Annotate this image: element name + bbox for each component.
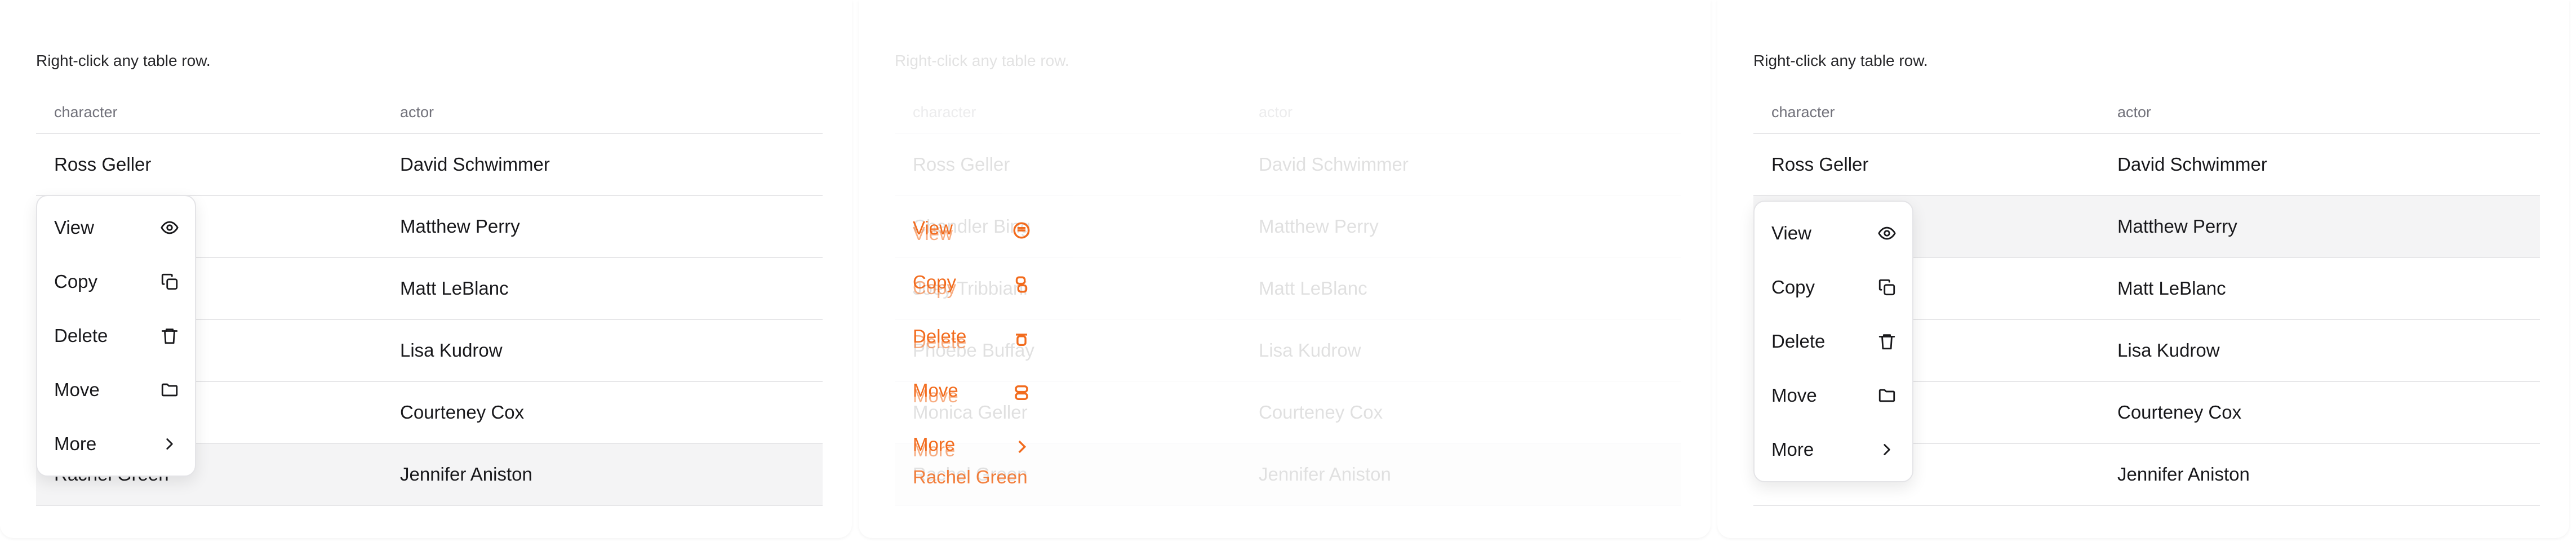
context-menu: View Copy Delete Move More <box>36 195 196 477</box>
column-header-actor: actor <box>2117 103 2152 121</box>
table-row[interactable]: Ross Geller David Schwimmer <box>895 134 1681 196</box>
menu-item-delete[interactable]: Delete Delete <box>913 314 1031 368</box>
cell-character: Ross Geller <box>913 154 1010 175</box>
eye-icon <box>1878 226 1896 240</box>
copy-icon <box>1015 276 1028 293</box>
cell-actor: Matt LeBlanc <box>2117 278 2226 299</box>
demo-panel-2: Right-click any table row. character act… <box>859 0 1717 542</box>
folder-icon <box>1878 389 1895 402</box>
menu-item-label: Delete <box>1771 331 1826 352</box>
cell-actor: Courteney Cox <box>2117 402 2242 423</box>
menu-item-more[interactable]: More <box>37 417 195 471</box>
stage: Right-click any table row. character act… <box>0 0 2576 542</box>
menu-item-copy[interactable]: Copy <box>1755 260 1912 314</box>
trash-icon <box>1878 334 1895 350</box>
folder-icon <box>1015 385 1028 401</box>
column-header-actor: actor <box>1259 103 1293 121</box>
menu-item-delete[interactable]: Delete <box>37 309 195 363</box>
menu-item-view[interactable]: View View <box>913 206 1031 260</box>
cell-actor: Matthew Perry <box>2117 216 2237 237</box>
cell-actor: Lisa Kudrow <box>2117 340 2220 361</box>
menu-item-delete[interactable]: Delete <box>1755 314 1912 368</box>
demo-panel-3: Right-click any table row. character act… <box>1717 0 2576 542</box>
menu-item-label: Move <box>1771 385 1817 406</box>
menu-item-label-echo: View <box>913 223 953 244</box>
cell-actor: Matt LeBlanc <box>400 278 509 299</box>
row-label-echo: Rachel Green <box>913 467 1028 487</box>
context-menu: View Copy Delete Move More <box>1753 201 1913 482</box>
menu-item-copy[interactable]: Copy Copy <box>913 260 1031 314</box>
instruction-text: Right-click any table row. <box>895 52 1069 69</box>
menu-item-label-echo: Copy <box>913 277 957 298</box>
cell-actor: Lisa Kudrow <box>1259 340 1361 361</box>
cell-actor: Jennifer Aniston <box>2117 464 2250 485</box>
cell-actor: Courteney Cox <box>1259 402 1383 423</box>
cell-actor: Courteney Cox <box>400 402 525 423</box>
menu-item-label: More <box>54 433 97 454</box>
column-header-actor: actor <box>400 103 434 121</box>
menu-item-label: More <box>1771 439 1814 460</box>
menu-item-label: Copy <box>54 271 98 292</box>
context-menu-transition: View View Copy Copy Delete Delete Move M… <box>913 206 1031 487</box>
cell-actor: Matt LeBlanc <box>1259 278 1367 299</box>
column-header-character: character <box>913 103 976 121</box>
menu-item-label-echo: More <box>913 439 956 460</box>
menu-item-move[interactable]: Move <box>37 363 195 417</box>
eye-icon <box>1013 222 1030 239</box>
menu-item-label: View <box>54 217 94 238</box>
cell-actor: Lisa Kudrow <box>400 340 503 361</box>
table-header: character actor <box>36 91 823 134</box>
table-header: character actor <box>1753 91 2540 134</box>
copy-icon <box>161 273 178 290</box>
cell-character: Ross Geller <box>1771 154 1869 175</box>
menu-item-label-echo: Delete <box>913 331 967 352</box>
trash-icon <box>1016 334 1027 346</box>
column-header-character: character <box>1771 103 1835 121</box>
chevron-right-icon <box>1884 444 1890 455</box>
chevron-right-icon <box>166 438 173 450</box>
folder-icon <box>161 383 178 397</box>
chevron-right-icon <box>1018 440 1027 454</box>
menu-item-label: Move <box>54 379 100 400</box>
cell-actor: Jennifer Aniston <box>1259 464 1391 485</box>
menu-item-move[interactable]: Move <box>1755 368 1912 423</box>
menu-item-copy[interactable]: Copy <box>37 255 195 309</box>
instruction-text: Right-click any table row. <box>36 52 211 69</box>
menu-item-label: View <box>1771 223 1811 243</box>
menu-item-more[interactable]: More <box>1755 423 1912 477</box>
instruction-text: Right-click any table row. <box>1753 52 1928 69</box>
column-header-character: character <box>54 103 118 121</box>
cell-actor: Matthew Perry <box>400 216 520 237</box>
table-header: character actor <box>895 91 1681 134</box>
table-row[interactable]: Ross Geller David Schwimmer <box>36 134 823 196</box>
cell-actor: David Schwimmer <box>400 154 550 175</box>
menu-item-label: Delete <box>54 325 108 346</box>
copy-icon <box>1878 279 1895 296</box>
menu-item-view[interactable]: View <box>1755 206 1912 260</box>
cell-actor: Matthew Perry <box>1259 216 1379 237</box>
cell-actor: David Schwimmer <box>1259 154 1409 175</box>
menu-item-label-echo: Move <box>913 385 958 406</box>
menu-item-view[interactable]: View <box>37 201 195 255</box>
cell-actor: Jennifer Aniston <box>400 464 532 485</box>
menu-item-move[interactable]: Move Move <box>913 368 1031 423</box>
menu-item-label: Copy <box>1771 277 1815 297</box>
eye-icon <box>161 221 179 234</box>
trash-icon <box>161 328 178 344</box>
table-row[interactable]: Ross Geller David Schwimmer <box>1753 134 2540 196</box>
cell-character: Ross Geller <box>54 154 152 175</box>
cell-actor: David Schwimmer <box>2117 154 2267 175</box>
demo-panel-1: Right-click any table row. character act… <box>0 0 859 542</box>
